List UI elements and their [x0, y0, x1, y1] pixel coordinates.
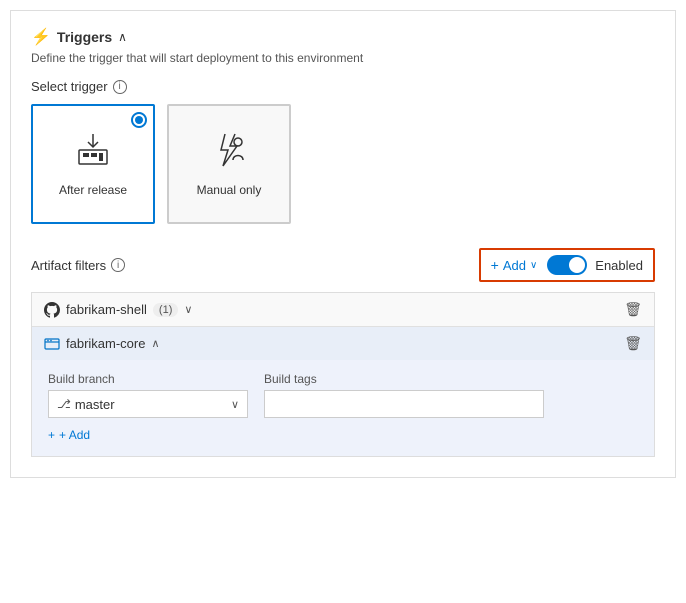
- section-subtitle: Define the trigger that will start deplo…: [31, 51, 655, 65]
- add-small-plus-icon: +: [48, 428, 55, 442]
- artifact-row-fabrikam-core: fabrikam-core ∧ 🗑: [32, 327, 654, 360]
- manual-only-label: Manual only: [197, 183, 262, 197]
- select-trigger-info-icon[interactable]: i: [113, 80, 127, 94]
- build-branch-label: Build branch: [48, 372, 248, 386]
- build-icon: [44, 336, 60, 352]
- branch-dropdown-icon[interactable]: ∨: [231, 398, 239, 411]
- branch-icon: ⎇: [57, 397, 71, 411]
- artifact-filter-toggle[interactable]: [547, 255, 587, 275]
- artifact-filters-right-actions: + Add ∨ Enabled: [479, 248, 655, 282]
- build-branch-field: Build branch ⎇ master ∨: [48, 372, 248, 418]
- artifact-filters-info-icon[interactable]: i: [111, 258, 125, 272]
- toggle-label: Enabled: [595, 258, 643, 273]
- toggle-thumb: [569, 257, 585, 273]
- section-title: Triggers: [57, 29, 112, 45]
- artifact-filters-header: Artifact filters i + Add ∨ Enabled: [31, 248, 655, 282]
- trigger-cards-container: After release Manual only: [31, 104, 655, 224]
- triggers-panel: ⚡ Triggers ∧ Define the trigger that wil…: [10, 10, 676, 478]
- section-header: ⚡ Triggers ∧: [31, 27, 655, 47]
- after-release-icon: [75, 132, 111, 175]
- radio-after-release: [131, 112, 147, 128]
- github-icon: [44, 302, 60, 318]
- core-collapse-chevron-icon[interactable]: ∧: [151, 337, 159, 350]
- artifact-row-left-core: fabrikam-core ∧: [44, 336, 160, 352]
- artifact-detail-core: Build branch ⎇ master ∨ Build tags + + A: [32, 360, 654, 456]
- delete-shell-icon[interactable]: 🗑: [624, 301, 642, 318]
- build-tags-label: Build tags: [264, 372, 544, 386]
- artifact-name-core: fabrikam-core: [66, 336, 145, 351]
- build-tags-field: Build tags: [264, 372, 544, 418]
- artifact-badge-shell: (1): [153, 303, 178, 317]
- artifact-name-shell: fabrikam-shell: [66, 302, 147, 317]
- add-label: Add: [503, 258, 526, 273]
- add-artifact-filter-button[interactable]: + Add ∨: [491, 257, 538, 273]
- artifact-filters-left: Artifact filters i: [31, 258, 125, 273]
- radio-inner: [135, 116, 143, 124]
- artifact-row-fabrikam-shell: fabrikam-shell (1) ∨ 🗑: [32, 293, 654, 327]
- add-plus-icon: +: [491, 257, 499, 273]
- artifact-filters-label: Artifact filters: [31, 258, 106, 273]
- build-branch-input[interactable]: ⎇ master ∨: [48, 390, 248, 418]
- select-trigger-text: Select trigger: [31, 79, 108, 94]
- after-release-label: After release: [59, 183, 127, 197]
- trigger-card-manual-only[interactable]: Manual only: [167, 104, 291, 224]
- branch-value: master: [75, 397, 227, 412]
- build-tags-input[interactable]: [264, 390, 544, 418]
- delete-core-icon[interactable]: 🗑: [624, 335, 642, 352]
- artifact-fields: Build branch ⎇ master ∨ Build tags: [48, 372, 638, 418]
- toggle-container: Enabled: [547, 255, 643, 275]
- trigger-card-after-release[interactable]: After release: [31, 104, 155, 224]
- artifact-row-left-shell: fabrikam-shell (1) ∨: [44, 302, 192, 318]
- add-branch-tag-button[interactable]: + + Add: [48, 428, 90, 442]
- add-small-label: + Add: [59, 428, 90, 442]
- collapse-chevron-icon[interactable]: ∧: [118, 30, 127, 44]
- select-trigger-label: Select trigger i: [31, 79, 655, 94]
- shell-expand-chevron-icon[interactable]: ∨: [184, 303, 192, 316]
- manual-only-icon: [211, 132, 247, 175]
- trigger-header-icon: ⚡: [31, 27, 51, 47]
- add-chevron-icon: ∨: [530, 260, 537, 271]
- artifact-list: fabrikam-shell (1) ∨ 🗑 fabrikam-core: [31, 292, 655, 457]
